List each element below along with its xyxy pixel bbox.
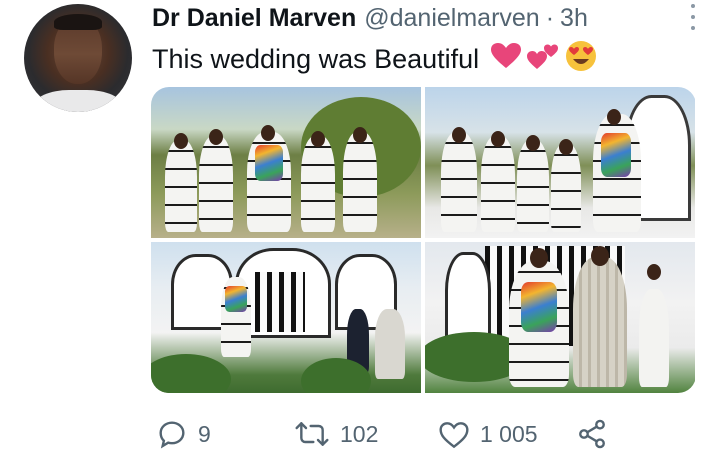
bridesmaid [343,132,377,232]
reply-button[interactable]: 9 [156,414,211,454]
display-name[interactable]: Dr Daniel Marven [152,4,356,33]
procession-photo[interactable] [425,87,695,238]
like-count: 1 005 [480,420,538,447]
tweet-text: This wedding was Beautiful [152,44,480,74]
like-button[interactable]: 1 005 [438,414,538,454]
bridesmaid [551,144,581,232]
handle[interactable]: @danielmarven [364,4,539,33]
media-grid [151,87,696,393]
avatar-hair [54,14,102,30]
retweet-icon [294,418,330,450]
couple-photo[interactable] [425,242,695,393]
head [559,139,573,155]
dot-1 [691,4,695,8]
head [353,127,367,143]
head [491,131,505,147]
bridesmaids-photo[interactable] [151,87,421,238]
more-options-icon[interactable] [688,4,698,30]
head [452,127,466,143]
ceremony-photo[interactable] [151,242,421,393]
head [526,135,540,151]
heart-eyes-emoji [565,40,597,79]
guest [639,289,669,387]
bridesmaid [517,140,549,232]
guest [375,309,405,379]
head [174,133,188,149]
tweet-actions: 9 102 1 005 [156,414,626,454]
bridesmaid [441,132,477,232]
groom [573,257,627,387]
head [530,248,548,268]
bridesmaid [301,136,335,232]
colorful-top [521,282,557,332]
head [647,264,661,280]
head [607,109,621,125]
tweet-header: Dr Daniel Marven @danielmarven · 3h [152,4,700,32]
head [591,246,609,266]
head [311,131,325,147]
share-icon [576,418,608,450]
reply-count: 9 [198,420,211,447]
colorful-top [255,145,283,181]
share-button[interactable] [576,414,608,454]
separator-dot: · [545,3,555,32]
avatar[interactable] [24,4,132,112]
dot-2 [691,15,695,19]
avatar-shirt [34,90,122,112]
like-icon [438,419,470,449]
head [261,125,275,141]
bridesmaid [481,136,515,232]
striped-backdrop [255,272,305,332]
retweet-count: 102 [340,420,379,447]
bridesmaid [165,140,197,232]
colorful-top [601,133,631,177]
retweet-button[interactable]: 102 [294,414,378,454]
head [209,129,223,145]
colorful-top [225,286,247,312]
bridesmaid [199,136,233,232]
timestamp[interactable]: 3h [560,4,588,33]
heart-emoji [491,43,522,76]
greenery-left [151,354,231,393]
dot-3 [691,26,695,30]
two-hearts-emoji [527,41,559,78]
tweet-text-row: This wedding was Beautiful [152,40,597,79]
reply-icon [156,418,188,450]
